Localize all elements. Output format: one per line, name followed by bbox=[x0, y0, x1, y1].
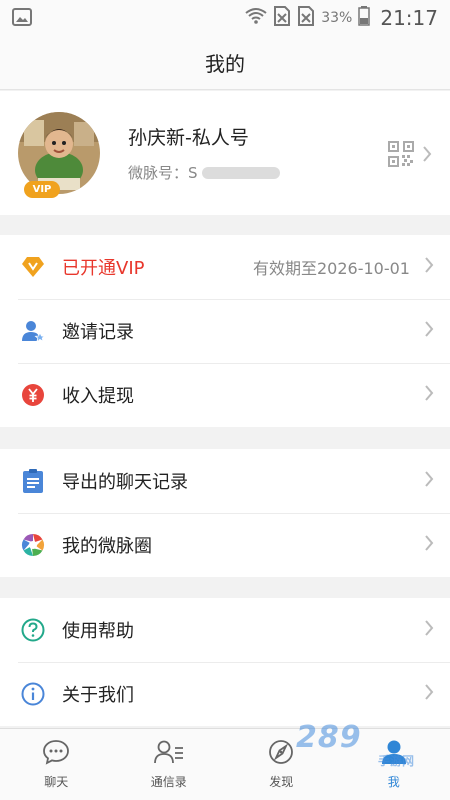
tab-contacts[interactable]: 通信录 bbox=[113, 729, 226, 800]
menu-item-invite[interactable]: 邀请记录 bbox=[0, 299, 450, 363]
menu-item-help[interactable]: 使用帮助 bbox=[0, 598, 450, 662]
clipboard-icon bbox=[20, 468, 46, 494]
menu-label-vip: 已开通VIP bbox=[62, 258, 145, 279]
no-sim-icon bbox=[297, 6, 315, 30]
menu-label-invite: 邀请记录 bbox=[62, 322, 134, 343]
tab-label-discover: 发现 bbox=[269, 775, 294, 789]
menu-label-exported-chats: 导出的聊天记录 bbox=[62, 472, 188, 493]
no-sim-icon bbox=[273, 6, 291, 30]
menu-item-exported-chats[interactable]: 导出的聊天记录 bbox=[0, 449, 450, 513]
aperture-icon bbox=[20, 532, 46, 558]
contacts-icon bbox=[153, 739, 184, 769]
menu-item-about[interactable]: 关于我们 bbox=[0, 662, 450, 726]
tab-discover[interactable]: 发现 bbox=[225, 729, 338, 800]
chat-bubble-icon bbox=[42, 739, 70, 769]
tab-me[interactable]: 我 bbox=[338, 729, 450, 800]
profile-id-value: S bbox=[188, 163, 198, 182]
menu-label-help: 使用帮助 bbox=[62, 621, 134, 642]
nav-bar: 我的 bbox=[0, 36, 450, 90]
chevron-right-icon bbox=[424, 471, 434, 491]
help-circle-icon bbox=[20, 617, 46, 643]
menu-label-moments: 我的微脉圈 bbox=[62, 536, 152, 557]
invite-user-icon bbox=[20, 318, 46, 344]
menu-label-withdraw: 收入提现 bbox=[62, 386, 134, 407]
profile-id-label: 微脉号： bbox=[128, 164, 189, 182]
menu-section-3: 使用帮助 关于我们 bbox=[0, 598, 450, 726]
menu-item-vip[interactable]: 已开通VIP 有效期至2026-10-01 bbox=[0, 235, 450, 299]
chevron-right-icon bbox=[424, 321, 434, 341]
chevron-right-icon bbox=[424, 620, 434, 640]
wifi-icon bbox=[245, 7, 267, 29]
compass-icon bbox=[267, 739, 295, 769]
status-bar: 33% 21:17 bbox=[0, 0, 450, 36]
vip-diamond-icon bbox=[20, 254, 46, 280]
tab-bar: 聊天 通信录 发现 我 bbox=[0, 728, 450, 800]
profile-id-redacted bbox=[201, 166, 280, 179]
menu-item-withdraw[interactable]: 收入提现 bbox=[0, 363, 450, 427]
battery-percent: 33% bbox=[321, 10, 353, 26]
qr-code-icon[interactable] bbox=[388, 141, 414, 171]
menu-section-2: 导出的聊天记录 我的微脉圈 bbox=[0, 449, 450, 577]
status-icons: 33% 21:17 bbox=[245, 6, 438, 30]
tab-chat[interactable]: 聊天 bbox=[0, 729, 113, 800]
info-circle-icon bbox=[20, 681, 46, 707]
chevron-right-icon bbox=[424, 385, 434, 405]
vip-badge: VIP bbox=[24, 181, 60, 198]
profile-text: 孙庆新-私人号 微脉号： S bbox=[128, 123, 280, 183]
chevron-right-icon[interactable] bbox=[422, 146, 432, 166]
tab-label-chat: 聊天 bbox=[44, 775, 69, 789]
clock: 21:17 bbox=[380, 6, 438, 30]
tab-label-contacts: 通信录 bbox=[150, 775, 187, 789]
chevron-right-icon bbox=[424, 684, 434, 704]
chevron-right-icon bbox=[424, 535, 434, 555]
profile-card[interactable]: VIP 孙庆新-私人号 微脉号： S bbox=[0, 91, 450, 215]
battery-icon bbox=[358, 6, 371, 30]
yen-coin-icon bbox=[20, 382, 46, 408]
profile-name: 孙庆新-私人号 bbox=[128, 127, 249, 149]
tab-label-me: 我 bbox=[387, 775, 400, 789]
user-icon bbox=[380, 739, 408, 769]
menu-item-moments[interactable]: 我的微脉圈 bbox=[0, 513, 450, 577]
menu-label-about: 关于我们 bbox=[62, 685, 134, 706]
profile-id: 微脉号： S bbox=[128, 162, 280, 183]
image-icon bbox=[12, 8, 36, 28]
chevron-right-icon bbox=[424, 257, 434, 277]
menu-section-1: 已开通VIP 有效期至2026-10-01 邀请记录 收入提现 bbox=[0, 235, 450, 427]
qr-code-button[interactable] bbox=[388, 141, 432, 171]
vip-expiry: 有效期至2026-10-01 bbox=[253, 259, 410, 278]
page-title: 我的 bbox=[205, 52, 245, 76]
